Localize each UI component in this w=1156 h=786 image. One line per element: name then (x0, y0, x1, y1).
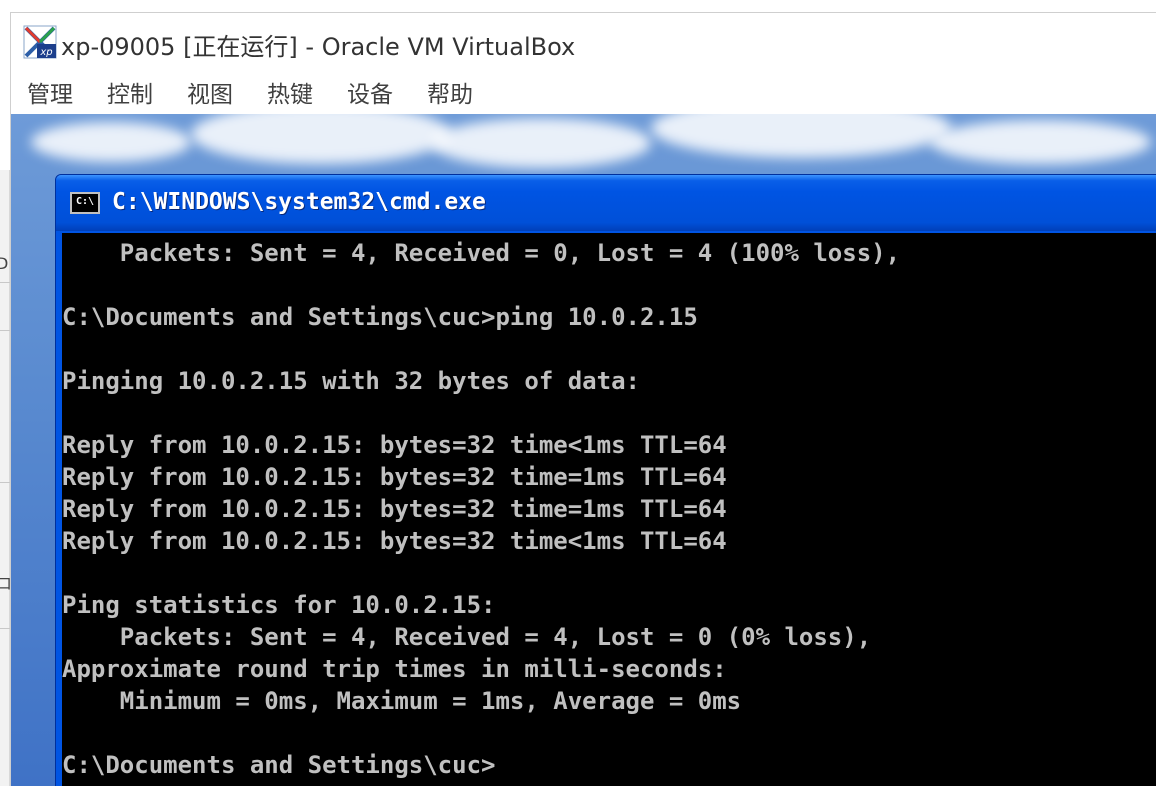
console-line: Packets: Sent = 4, Received = 0, Lost = … (62, 239, 901, 267)
console-line: Reply from 10.0.2.15: bytes=32 time<1ms … (62, 527, 727, 555)
console-line: Ping statistics for 10.0.2.15: (62, 591, 496, 619)
menu-bar: 管理 控制 视图 热键 设备 帮助 (11, 71, 1156, 113)
menu-control[interactable]: 控制 (107, 75, 153, 109)
wallpaper-cloud (931, 120, 1151, 164)
divider (0, 628, 10, 629)
menu-help[interactable]: 帮助 (427, 75, 473, 109)
menu-hotkeys[interactable]: 热键 (267, 75, 313, 109)
svg-text:xp: xp (39, 47, 52, 58)
divider (0, 482, 10, 483)
console-line: Reply from 10.0.2.15: bytes=32 time=1ms … (62, 463, 727, 491)
menu-manage[interactable]: 管理 (27, 75, 73, 109)
menu-view[interactable]: 视图 (187, 75, 233, 109)
menu-devices[interactable]: 设备 (347, 75, 393, 109)
cmd-window[interactable]: C:\ C:\WINDOWS\system32\cmd.exe Packets:… (55, 174, 1156, 786)
wallpaper-cloud (431, 118, 651, 168)
console-line: Reply from 10.0.2.15: bytes=32 time=1ms … (62, 495, 727, 523)
cmd-icon: C:\ (70, 192, 100, 214)
cmd-title-bar[interactable]: C:\ C:\WINDOWS\system32\cmd.exe (56, 175, 1156, 231)
divider (0, 282, 10, 283)
console-line: Pinging 10.0.2.15 with 32 bytes of data: (62, 367, 640, 395)
guest-display[interactable]: C:\ C:\WINDOWS\system32\cmd.exe Packets:… (11, 114, 1156, 786)
wallpaper-cloud (31, 122, 191, 162)
console-line: Approximate round trip times in milli-se… (62, 655, 727, 683)
window-title: xp-09005 [正在运行] - Oracle VM VirtualBox (61, 33, 576, 61)
virtualbox-window: xp xp-09005 [正在运行] - Oracle VM VirtualBo… (10, 12, 1156, 786)
console-output[interactable]: Packets: Sent = 4, Received = 0, Lost = … (62, 233, 1156, 786)
console-line: Reply from 10.0.2.15: bytes=32 time<1ms … (62, 431, 727, 459)
cmd-title: C:\WINDOWS\system32\cmd.exe (112, 189, 486, 215)
background-window-glyph: D (0, 254, 9, 273)
divider (0, 330, 10, 331)
console-prompt[interactable]: C:\Documents and Settings\cuc> (62, 749, 900, 781)
wallpaper-cloud (651, 114, 951, 158)
console-line: Packets: Sent = 4, Received = 4, Lost = … (62, 623, 872, 651)
wallpaper-cloud (191, 114, 451, 164)
virtualbox-xp-icon: xp (23, 25, 57, 59)
console-line: Minimum = 0ms, Maximum = 1ms, Average = … (62, 687, 742, 715)
title-bar[interactable]: xp xp-09005 [正在运行] - Oracle VM VirtualBo… (11, 13, 1156, 69)
console-line: C:\Documents and Settings\cuc>ping 10.0.… (62, 303, 698, 331)
background-window-edge: D ロ (0, 170, 12, 786)
